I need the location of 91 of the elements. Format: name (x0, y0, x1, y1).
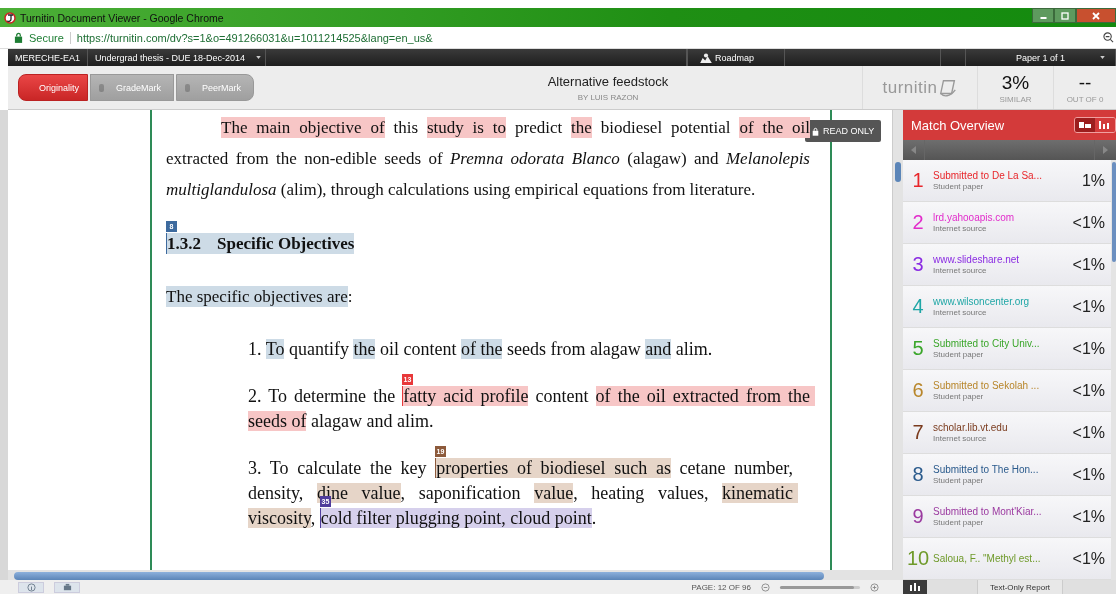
zoom-out-icon[interactable] (1103, 32, 1114, 43)
match-row[interactable]: 10 Saloua, F.. "Methyl est... <1% (903, 538, 1111, 580)
match-row[interactable]: 5 Submitted to City Univ... Student paper <1% (903, 328, 1111, 370)
match-source: www.slideshare.net (933, 254, 1021, 265)
tab-grip-icon (99, 83, 104, 92)
match-source: Submitted to The Hon... (933, 464, 1040, 475)
match-row[interactable]: 9 Submitted to Mont'Kiar... Student paper <1% (903, 496, 1111, 538)
close-button[interactable] (1076, 8, 1116, 23)
text-only-report-button[interactable]: Text-Only Report (977, 580, 1064, 594)
maximize-button[interactable] (1054, 8, 1076, 23)
match-number: 1 (911, 169, 925, 192)
match-number: 9 (911, 505, 925, 528)
left-arrow-icon (911, 146, 916, 154)
source-type: Student paper (933, 350, 985, 359)
mode-tab[interactable]: Originality (18, 74, 88, 101)
brand-logo: turnitin (882, 77, 938, 98)
score-label: SIMILAR (999, 94, 1032, 104)
zoom-in-icon[interactable] (870, 582, 879, 592)
list-item: 1. To quantify the oil content of the seeds from alagaw and alim. (248, 338, 714, 361)
print-button[interactable] (54, 581, 80, 593)
close-icon (1091, 10, 1101, 21)
score-value: -- (1078, 71, 1092, 94)
list-scrollbar[interactable] (1112, 162, 1116, 262)
page-indicator: PAGE: 12 OF 96 (691, 582, 751, 592)
match-source: lrd.yahooapis.com (933, 212, 1016, 223)
match-percent: <1% (1071, 381, 1106, 400)
match-source: Submitted to Mont'Kiar... (933, 506, 1043, 517)
info-button[interactable] (18, 581, 44, 593)
match-percent: <1% (1071, 213, 1106, 232)
score-label: OUT OF 0 (1066, 94, 1104, 104)
match-percent: 1% (1080, 171, 1106, 190)
source-type: Student paper (933, 392, 985, 401)
match-number: 5 (911, 337, 925, 360)
caret-icon (1100, 56, 1105, 59)
minimize-button[interactable] (1032, 8, 1054, 23)
match-number: 6 (911, 379, 925, 402)
paragraph: The specific objectives are: (166, 285, 354, 309)
match-percent: <1% (1071, 465, 1106, 484)
match-source: www.wilsoncenter.org (933, 296, 1031, 307)
page-icon (937, 77, 958, 98)
match-number: 8 (911, 463, 925, 486)
printer-icon (62, 582, 72, 592)
source-type: Internet source (933, 266, 988, 275)
match-number: 2 (911, 211, 925, 234)
caret-icon (256, 56, 262, 59)
score-value: 3% (1001, 71, 1030, 94)
chart-button[interactable] (903, 580, 927, 594)
source-type: Internet source (933, 434, 988, 443)
match-number: 10 (905, 547, 931, 570)
zoom-slider[interactable] (780, 585, 860, 589)
section-heading: 1.3.2 Specific Objectives (166, 232, 356, 256)
maximize-icon (1060, 10, 1070, 21)
source-type: Student paper (933, 518, 985, 527)
document-title: Alternative feedstock (547, 73, 669, 89)
window-title: Turnitin Document Viewer - Google Chrome (20, 11, 224, 24)
lock-icon (812, 126, 819, 136)
source-type: Student paper (933, 182, 985, 191)
bar-chart-icon (1099, 121, 1111, 129)
tab-grip-icon (185, 83, 190, 92)
list-view-button[interactable] (1075, 118, 1095, 132)
minimize-icon (1039, 17, 1047, 19)
match-percent: <1% (1071, 423, 1106, 442)
vertical-scrollbar[interactable] (892, 110, 903, 570)
match-number: 3 (911, 253, 925, 276)
source-type: Internet source (933, 224, 988, 233)
match-source: Submitted to Sekolah ... (933, 380, 1041, 391)
right-arrow-icon (1103, 146, 1108, 154)
source-type: Internet source (933, 308, 988, 317)
match-source: scholar.lib.vt.edu (933, 422, 1009, 433)
match-source: Submitted to City Univ... (933, 338, 1041, 349)
map-pin-icon (699, 52, 712, 63)
secure-label: Secure (29, 31, 71, 44)
match-percent: <1% (1071, 507, 1106, 526)
paragraph: The main objective of this study is to predict the biodiesel potential of the oil extracted from the non-edible seeds of Premna odorata Blanco (alagaw) and Melanolepis multiglandulosa (alim), through calculations using empirical equations from literature. (166, 116, 810, 201)
document-author: BY LUIS RAZON (577, 92, 639, 102)
lock-icon (14, 32, 23, 43)
match-percent: <1% (1071, 297, 1106, 316)
list-view-icon (1079, 121, 1091, 129)
bar-chart-icon (910, 583, 920, 591)
panel-title: Match Overview (911, 117, 1005, 133)
match-source: Submitted to De La Sa... (933, 170, 1043, 181)
match-percent: <1% (1071, 339, 1106, 358)
match-percent: <1% (1071, 255, 1106, 274)
match-percent: <1% (1071, 549, 1106, 568)
info-icon (26, 582, 36, 592)
match-number: 7 (911, 421, 925, 444)
url-field[interactable]: https://turnitin.com/dv?s=1&o=491266031&u=1011214525&lang=en_us& (76, 31, 433, 44)
match-number: 4 (911, 295, 925, 318)
source-type: Student paper (933, 476, 985, 485)
app-logo-icon (4, 11, 16, 24)
match-source: Saloua, F.. "Methyl est... (933, 553, 1042, 564)
